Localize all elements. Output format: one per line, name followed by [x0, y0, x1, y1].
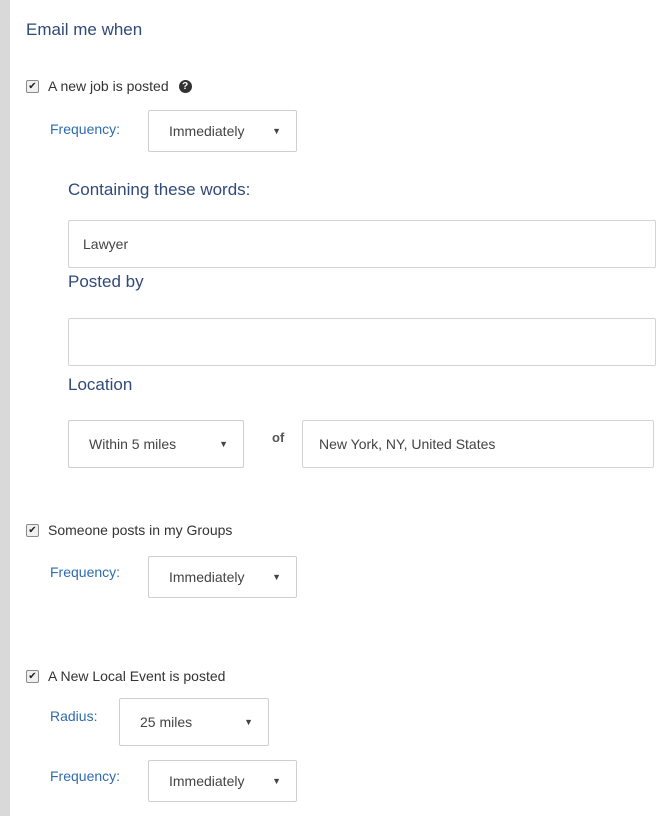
posted-by-input[interactable] [68, 318, 656, 366]
of-label: of [272, 430, 285, 445]
words-label: Containing these words: [68, 180, 251, 199]
job-alert-label: A new job is posted [48, 78, 169, 94]
job-frequency-select[interactable]: Immediately ▼ [148, 110, 297, 152]
groups-alert-option[interactable]: ✔ Someone posts in my Groups [26, 522, 232, 538]
keywords-input[interactable]: Lawyer [68, 220, 656, 268]
event-alert-label: A New Local Event is posted [48, 668, 226, 684]
radius-label: Radius: [50, 708, 98, 724]
location-value: New York, NY, United States [319, 436, 496, 452]
groups-frequency-label: Frequency: [50, 564, 121, 580]
radius-value: 25 miles [140, 714, 193, 730]
question-circle-icon[interactable]: ? [178, 79, 192, 93]
event-alert-checkbox[interactable]: ✔ [26, 669, 39, 683]
event-frequency-value: Immediately [169, 773, 245, 789]
event-frequency-label: Frequency: [50, 768, 121, 784]
job-frequency-value: Immediately [169, 123, 245, 139]
groups-alert-label: Someone posts in my Groups [48, 522, 233, 538]
radius-select[interactable]: 25 miles ▼ [119, 698, 269, 746]
keywords-value: Lawyer [83, 236, 129, 252]
distance-select[interactable]: Within 5 miles ▼ [68, 420, 244, 468]
caret-down-icon: ▼ [219, 439, 228, 449]
event-frequency-select[interactable]: Immediately ▼ [148, 760, 297, 802]
job-frequency-label: Frequency: [50, 121, 121, 137]
job-alert-checkbox[interactable]: ✔ [26, 79, 39, 93]
groups-frequency-value: Immediately [169, 569, 245, 585]
email-alerts-panel: Email me when ✔ A new job is posted ? Fr… [10, 0, 660, 816]
groups-alert-checkbox[interactable]: ✔ [26, 523, 39, 537]
distance-value: Within 5 miles [89, 436, 177, 452]
caret-down-icon: ▼ [272, 572, 281, 582]
section-heading: Email me when [26, 20, 143, 39]
groups-frequency-select[interactable]: Immediately ▼ [148, 556, 297, 598]
location-label: Location [68, 375, 133, 394]
location-input[interactable]: New York, NY, United States [302, 420, 654, 468]
event-alert-option[interactable]: ✔ A New Local Event is posted [26, 668, 225, 684]
caret-down-icon: ▼ [272, 126, 281, 136]
job-alert-option[interactable]: ✔ A new job is posted ? [26, 78, 192, 94]
posted-by-label: Posted by [68, 272, 144, 291]
caret-down-icon: ▼ [272, 776, 281, 786]
caret-down-icon: ▼ [244, 717, 253, 727]
